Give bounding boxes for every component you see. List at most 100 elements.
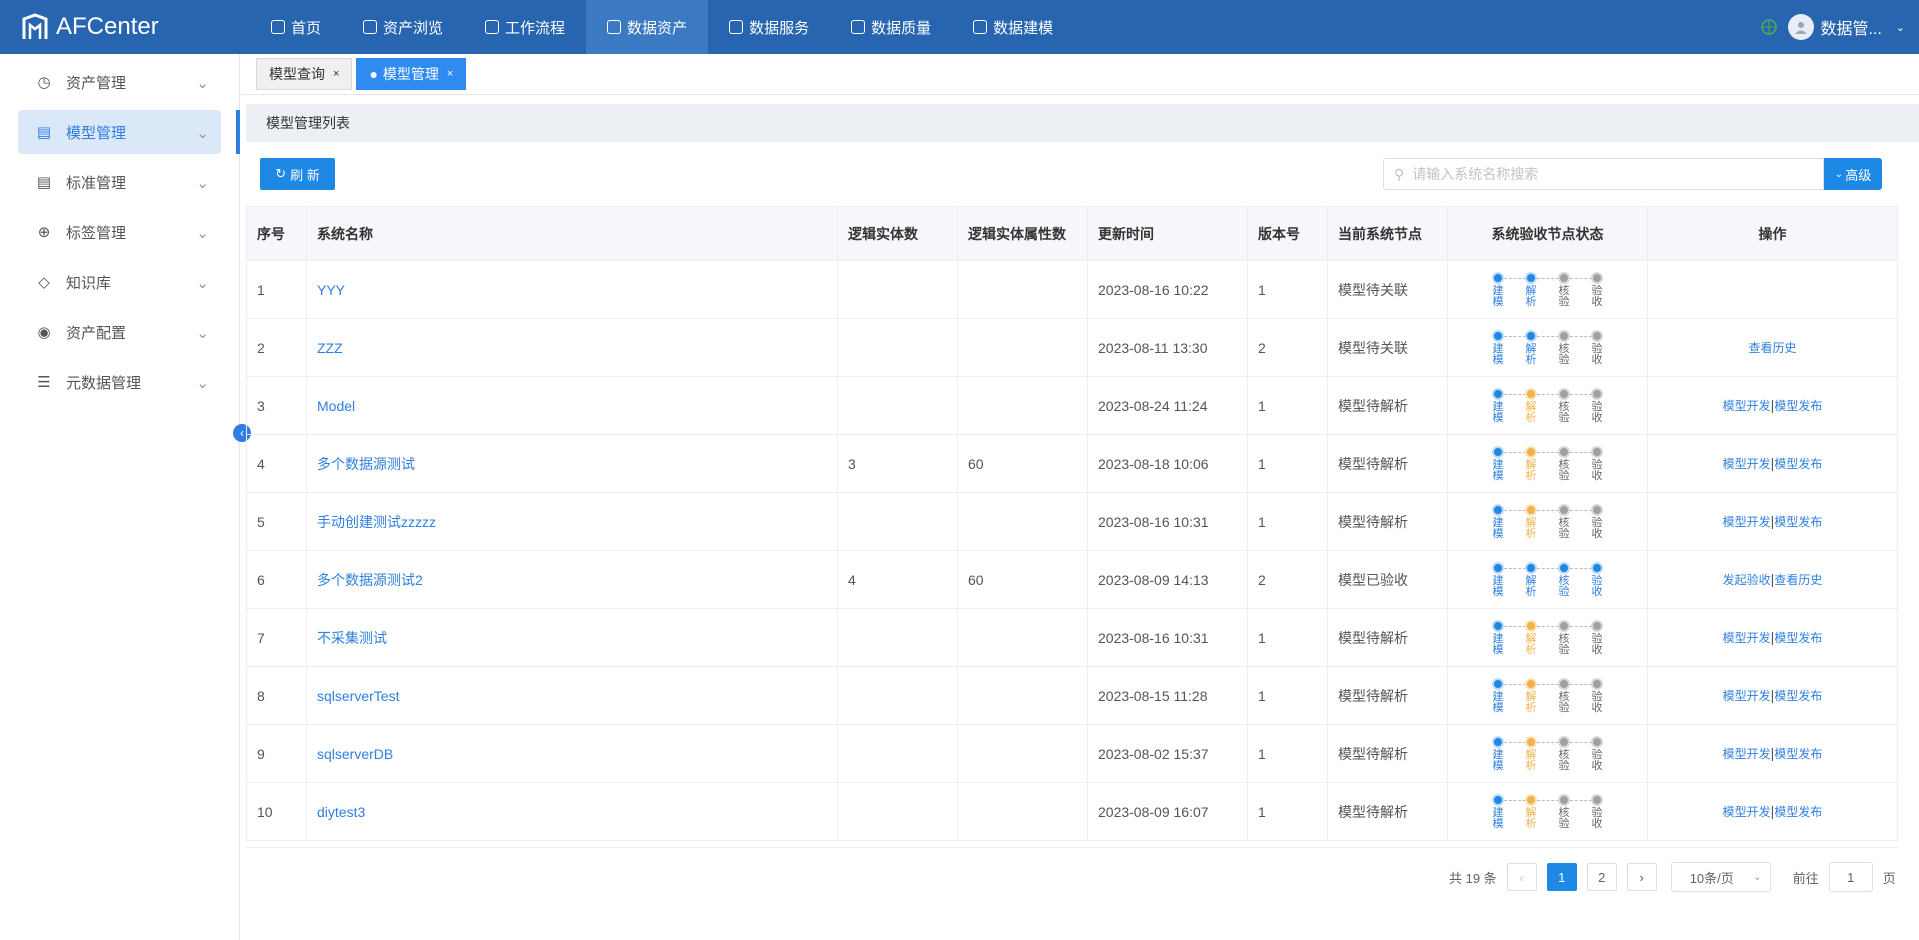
row-action-link[interactable]: 模型发布 [1774,689,1822,703]
actions-cell: 模型开发|模型发布 [1647,492,1898,551]
row-action-link[interactable]: 模型开发 [1723,399,1771,413]
row-action-link[interactable]: 模型开发 [1723,689,1771,703]
sidebar-item-2[interactable]: ▤ 标准管理 ⌄ [18,160,221,204]
sidebar-item-1[interactable]: ▤ 模型管理 ⌄ [18,110,221,154]
status-dot [1525,503,1537,516]
chevron-down-icon: ⌄ [196,325,209,342]
sidebar-item-5[interactable]: ◉ 资产配置 ⌄ [18,310,221,354]
row-index: 7 [246,608,307,667]
system-name-link[interactable]: YYY [317,282,345,298]
status-dot [1558,445,1570,458]
sidebar-item-label: 知识库 [66,274,112,292]
nav-item-4[interactable]: 数据服务 [708,0,830,54]
sidebar-item-4[interactable]: ◇ 知识库 ⌄ [18,260,221,304]
user-area[interactable]: 数据管... ⌄ [1760,0,1905,54]
node-step: 建模 [1482,271,1526,308]
theme-icon[interactable] [1760,18,1778,36]
page-size-select[interactable]: 10条/页 ⌄ [1670,862,1771,892]
node-label: 建模 [1492,632,1504,656]
refresh-button[interactable]: ↻ 刷 新 [260,158,335,190]
table-row: 6 多个数据源测试2 4 60 2023-08-09 14:13 2 模型已验收 建模 解析 核验… [246,550,1898,609]
nav-item-6[interactable]: 数据建模 [952,0,1074,54]
version: 1 [1247,260,1328,319]
row-action-link[interactable]: 模型开发 [1723,805,1771,819]
close-icon[interactable]: × [447,68,453,80]
nav-item-1[interactable]: 资产浏览 [342,0,464,54]
update-time: 2023-08-16 10:31 [1087,608,1248,667]
nav-item-0[interactable]: 首页 [250,0,342,54]
current-node: 模型待解析 [1327,434,1448,493]
status-dot [1558,619,1570,632]
node-label: 建模 [1492,284,1504,308]
node-label: 核验 [1558,400,1570,424]
system-name-link[interactable]: Model [317,398,355,414]
system-name-link[interactable]: 多个数据源测试2 [317,572,423,588]
status-dot [1492,561,1504,574]
next-page-button[interactable]: › [1626,863,1657,891]
advanced-search-button[interactable]: ⌄ 高级 [1824,158,1882,190]
system-name-link[interactable]: 不采集测试 [317,630,387,646]
sidebar-item-6[interactable]: ☰ 元数据管理 ⌄ [18,360,221,404]
status-dot [1591,619,1603,632]
node-status-cell: 建模 解析 核验 验收 [1447,666,1648,725]
avatar[interactable] [1788,14,1815,40]
row-action-link[interactable]: 查看历史 [1748,341,1796,355]
page-button-2[interactable]: 2 [1586,863,1617,891]
actions-cell [1647,260,1898,319]
nav-item-2[interactable]: 工作流程 [464,0,586,54]
row-action-link[interactable]: 模型发布 [1774,805,1822,819]
goto-page-input[interactable]: 1 [1828,862,1873,892]
tab-0[interactable]: 模型查询 × [256,58,353,90]
page-button-1[interactable]: 1 [1546,863,1577,891]
actions-cell: 模型开发|模型发布 [1647,782,1898,841]
sidebar-item-0[interactable]: ◷ 资产管理 ⌄ [18,60,221,104]
user-name[interactable]: 数据管... [1820,15,1881,39]
row-action-link[interactable]: 模型开发 [1723,515,1771,529]
document-icon: ▤ [36,174,52,191]
system-name-link[interactable]: sqlserverTest [317,688,399,704]
system-name-cell: sqlserverTest [306,666,838,725]
system-name-link[interactable]: 多个数据源测试 [317,456,415,472]
search-icon: ⚲ [1394,165,1405,182]
row-action-link[interactable]: 模型发布 [1774,747,1822,761]
node-step: 验收 [1581,329,1614,366]
tab-1[interactable]: ● 模型管理 × [356,58,467,90]
version: 1 [1247,434,1328,493]
sidebar: ◷ 资产管理 ⌄ ▤ 模型管理 ⌄ ▤ 标准管理 ⌄ ⊕ 标签管理 ⌄ ◇ 知识库 ⌄ ◉ 资产配置 ⌄ ☰ 元数据管… [0,54,240,940]
row-action-link[interactable]: 模型发布 [1774,631,1822,645]
row-action-link[interactable]: 查看历史 [1774,573,1822,587]
app-logo[interactable]: AFCenter [0,13,250,41]
row-action-link[interactable]: 模型开发 [1723,457,1771,471]
update-time: 2023-08-18 10:06 [1087,434,1248,493]
row-action-link[interactable]: 模型开发 [1723,747,1771,761]
actions-cell: 模型开发|模型发布 [1647,724,1898,783]
search-input[interactable]: ⚲ 请输入系统名称搜索 [1383,158,1824,190]
chevron-down-icon: ⌄ [196,125,209,142]
close-icon[interactable]: × [333,68,339,80]
chevron-down-icon[interactable]: ⌄ [1896,21,1905,34]
row-action-link[interactable]: 发起验收 [1723,573,1771,587]
system-name-link[interactable]: sqlserverDB [317,746,393,762]
nav-item-3[interactable]: 数据资产 [586,0,709,54]
goto-suffix: 页 [1882,870,1896,886]
system-name-link[interactable]: diytest3 [317,804,365,820]
row-action-link[interactable]: 模型开发 [1723,631,1771,645]
row-action-link[interactable]: 模型发布 [1774,457,1822,471]
row-action-link[interactable]: 模型发布 [1774,399,1822,413]
panel-title: 模型管理列表 [266,115,350,131]
node-status: 建模 解析 核验 验收 [1458,503,1637,540]
prev-page-button[interactable]: ‹ [1506,863,1537,891]
status-dot [1591,387,1603,400]
row-index: 4 [246,434,307,493]
sidebar-item-3[interactable]: ⊕ 标签管理 ⌄ [18,210,221,254]
system-name-link[interactable]: 手动创建测试zzzzz [317,514,436,530]
node-label: 核验 [1558,342,1570,366]
status-dot [1558,677,1570,690]
nav-item-5[interactable]: 数据质量 [830,0,952,54]
status-dot [1558,793,1570,806]
system-name-link[interactable]: ZZZ [317,340,343,356]
node-label: 建模 [1492,516,1504,540]
row-action-link[interactable]: 模型发布 [1774,515,1822,529]
node-label: 验收 [1591,400,1603,424]
node-status: 建模 解析 核验 验收 [1458,271,1637,308]
